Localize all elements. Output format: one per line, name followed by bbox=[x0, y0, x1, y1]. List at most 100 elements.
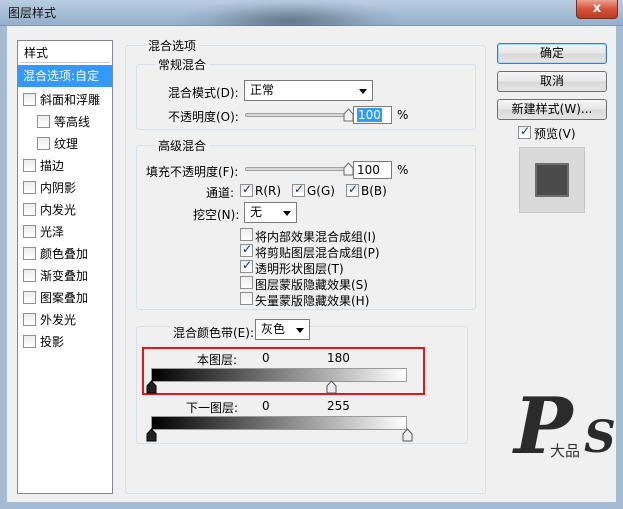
channel-r-label: R(R) bbox=[255, 184, 282, 198]
this-layer-low-value: 0 bbox=[262, 351, 270, 365]
style-item-blending-options[interactable]: 混合选项:自定 bbox=[18, 65, 112, 87]
blend-clipped-layers-label: 将剪贴图层混合成组(P) bbox=[255, 246, 380, 260]
blend-interior-effects-checkbox[interactable] bbox=[240, 228, 253, 241]
underlying-layer-low-value: 0 bbox=[262, 399, 270, 413]
chevron-down-icon bbox=[283, 211, 291, 216]
style-item-label: 斜面和浮雕 bbox=[40, 93, 101, 107]
blend-mode-select[interactable]: 正常 bbox=[244, 80, 373, 101]
style-preview bbox=[519, 147, 585, 213]
style-item-bevel-emboss[interactable]: 斜面和浮雕 bbox=[18, 89, 112, 111]
cancel-button-label: 取消 bbox=[539, 74, 564, 88]
fill-opacity-label: 填充不透明度(F): bbox=[146, 165, 239, 179]
style-checkbox[interactable] bbox=[23, 313, 36, 326]
opacity-input[interactable]: 100 bbox=[353, 106, 392, 124]
style-checkbox[interactable] bbox=[23, 159, 36, 172]
opacity-value: 100 bbox=[357, 108, 382, 122]
style-item-outer-glow[interactable]: 外发光 bbox=[18, 309, 112, 331]
style-checkbox[interactable] bbox=[23, 335, 36, 348]
underlying-layer-gradient-bar bbox=[151, 416, 407, 430]
opacity-label: 不透明度(O): bbox=[168, 110, 239, 124]
ok-button[interactable]: 确定 bbox=[497, 43, 607, 64]
blend-if-value: 灰色 bbox=[261, 322, 286, 336]
style-item-inner-shadow[interactable]: 内阴影 bbox=[18, 177, 112, 199]
this-layer-high-value: 180 bbox=[327, 351, 350, 365]
transparency-shapes-checkbox[interactable] bbox=[240, 258, 253, 273]
fill-opacity-value: 100 bbox=[357, 163, 380, 177]
style-checkbox[interactable] bbox=[23, 225, 36, 238]
blend-clipped-layers-checkbox[interactable] bbox=[240, 242, 253, 257]
style-checkbox[interactable] bbox=[23, 181, 36, 194]
new-style-button[interactable]: 新建样式(W)... bbox=[497, 99, 607, 120]
style-item-pattern-overlay[interactable]: 图案叠加 bbox=[18, 287, 112, 309]
watermark-letter-s: S bbox=[584, 412, 616, 463]
style-checkbox[interactable] bbox=[37, 115, 50, 128]
fill-opacity-unit: % bbox=[397, 163, 409, 177]
style-item-drop-shadow[interactable]: 投影 bbox=[18, 331, 112, 353]
style-list-header: 样式 bbox=[24, 46, 49, 60]
channel-b-checkbox[interactable] bbox=[346, 182, 359, 197]
close-button[interactable]: x bbox=[576, 0, 618, 19]
window-title: 图层样式 bbox=[8, 6, 57, 20]
close-icon: x bbox=[592, 1, 602, 16]
window-frame-bottom bbox=[0, 502, 623, 509]
underlying-layer-white-slider[interactable] bbox=[402, 428, 413, 442]
style-item-color-overlay[interactable]: 颜色叠加 bbox=[18, 243, 112, 265]
this-layer-black-slider[interactable] bbox=[146, 380, 157, 394]
style-item-label: 内发光 bbox=[40, 203, 77, 217]
style-item-label: 外发光 bbox=[40, 313, 77, 327]
general-blending-title: 常规混合 bbox=[155, 56, 210, 73]
style-checkbox[interactable] bbox=[23, 93, 36, 106]
style-item-satin[interactable]: 光泽 bbox=[18, 221, 112, 243]
style-checkbox[interactable] bbox=[23, 247, 36, 260]
style-item-gradient-overlay[interactable]: 渐变叠加 bbox=[18, 265, 112, 287]
this-layer-label: 本图层: bbox=[197, 353, 238, 367]
this-layer-white-slider[interactable] bbox=[326, 380, 337, 394]
style-preview-swatch bbox=[535, 163, 569, 197]
style-item-label: 内阴影 bbox=[40, 181, 77, 195]
style-item-label: 等高线 bbox=[54, 115, 91, 129]
opacity-unit: % bbox=[397, 108, 409, 122]
style-item-label: 混合选项:自定 bbox=[23, 69, 100, 83]
fill-opacity-slider-track[interactable] bbox=[245, 167, 348, 171]
this-layer-gradient-bar bbox=[151, 368, 407, 382]
channel-g-checkbox[interactable] bbox=[292, 182, 305, 197]
watermark-small-text: 大品 bbox=[550, 442, 581, 460]
preview-label: 预览(V) bbox=[534, 127, 576, 141]
style-item-stroke[interactable]: 描边 bbox=[18, 155, 112, 177]
channel-g-label: G(G) bbox=[307, 184, 335, 198]
style-item-label: 光泽 bbox=[40, 225, 65, 239]
style-checkbox[interactable] bbox=[37, 137, 50, 150]
cancel-button[interactable]: 取消 bbox=[497, 71, 607, 92]
underlying-layer-high-value: 255 bbox=[327, 399, 350, 413]
opacity-slider-track[interactable] bbox=[245, 113, 348, 117]
style-item-label: 纹理 bbox=[54, 137, 79, 151]
fill-opacity-input[interactable]: 100 bbox=[353, 161, 392, 179]
knockout-value: 无 bbox=[250, 205, 263, 219]
vector-mask-hides-effects-checkbox[interactable] bbox=[240, 292, 253, 305]
style-item-inner-glow[interactable]: 内发光 bbox=[18, 199, 112, 221]
style-checkbox[interactable] bbox=[23, 291, 36, 304]
chevron-down-icon bbox=[296, 328, 304, 333]
channel-r-checkbox[interactable] bbox=[240, 182, 253, 197]
style-item-contour[interactable]: 等高线 bbox=[18, 111, 112, 133]
layer-mask-hides-effects-checkbox[interactable] bbox=[240, 276, 253, 289]
style-checkbox[interactable] bbox=[23, 203, 36, 216]
window-frame-left bbox=[0, 26, 7, 509]
style-item-label: 投影 bbox=[40, 335, 65, 349]
knockout-label: 挖空(N): bbox=[193, 208, 240, 222]
opacity-slider-thumb[interactable] bbox=[343, 108, 354, 122]
transparency-shapes-label: 透明形状图层(T) bbox=[255, 262, 344, 276]
knockout-select[interactable]: 无 bbox=[244, 202, 297, 223]
style-checkbox[interactable] bbox=[23, 269, 36, 282]
underlying-layer-black-slider[interactable] bbox=[146, 428, 157, 442]
style-item-texture[interactable]: 纹理 bbox=[18, 133, 112, 155]
ok-button-label: 确定 bbox=[539, 46, 564, 60]
blend-if-select[interactable]: 灰色 bbox=[255, 319, 310, 340]
style-list: 样式 混合选项:自定 斜面和浮雕 等高线 纹理 描边 内阴影 内发光 光泽 颜色… bbox=[17, 40, 113, 494]
preview-checkbox[interactable] bbox=[518, 124, 531, 139]
fill-opacity-slider-thumb[interactable] bbox=[343, 162, 354, 176]
style-item-label: 图案叠加 bbox=[40, 291, 89, 305]
vector-mask-hides-effects-label: 矢量蒙版隐藏效果(H) bbox=[255, 294, 370, 308]
chevron-down-icon bbox=[359, 89, 367, 94]
blend-mode-label: 混合模式(D): bbox=[168, 86, 239, 100]
